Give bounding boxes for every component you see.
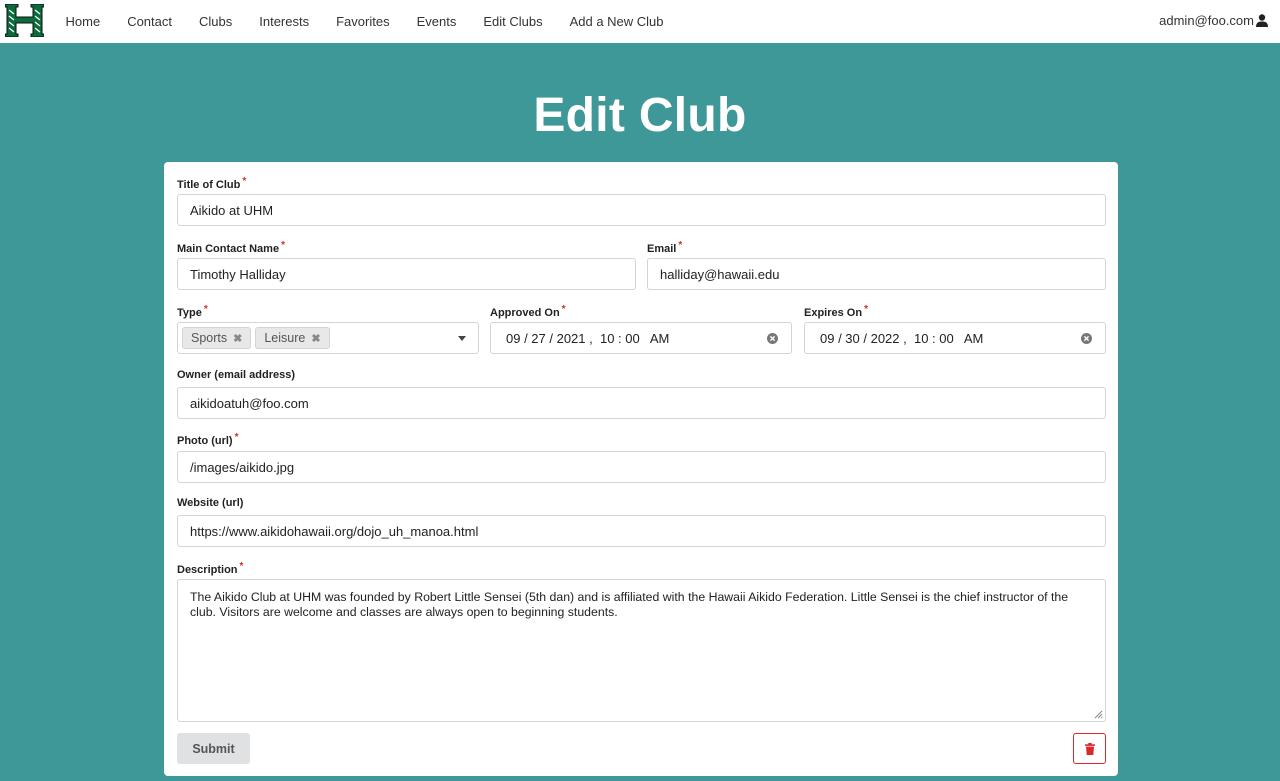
type-chip-sports: Sports ✖: [182, 327, 252, 349]
email-label: Email *: [647, 240, 683, 255]
website-input[interactable]: https://www.aikidohawaii.org/dojo_uh_man…: [177, 515, 1106, 547]
nav-interests[interactable]: Interests: [246, 14, 323, 29]
uh-logo[interactable]: [5, 4, 44, 37]
expires-date-input[interactable]: 09 / 30 / 2022 , 10 : 00 AM: [804, 322, 1106, 354]
owner-label: Owner (email address): [177, 369, 295, 381]
type-label: Type *: [177, 304, 208, 319]
photo-label: Photo (url) *: [177, 432, 239, 447]
resize-grip-icon[interactable]: [1093, 709, 1103, 719]
title-label: Title of Club *: [177, 176, 247, 191]
clear-approved-icon[interactable]: [767, 333, 778, 344]
user-email: admin@foo.com: [1159, 13, 1254, 28]
required-mark: *: [864, 304, 868, 315]
navbar: Home Contact Clubs Interests Favorites E…: [0, 0, 1280, 43]
contact-label: Main Contact Name *: [177, 240, 285, 255]
user-icon: [1256, 14, 1268, 27]
required-mark: *: [242, 176, 247, 187]
website-label: Website (url): [177, 497, 244, 509]
required-mark: *: [561, 304, 566, 315]
type-multiselect[interactable]: Sports ✖ Leisure ✖: [177, 322, 479, 354]
owner-input[interactable]: aikidoatuh@foo.com: [177, 387, 1106, 419]
remove-sports-icon[interactable]: ✖: [233, 332, 242, 345]
nav-favorites[interactable]: Favorites: [323, 14, 403, 29]
edit-club-form: Title of Club * Aikido at UHM Main Contac…: [164, 162, 1118, 776]
dropdown-caret-icon[interactable]: [458, 336, 466, 341]
trash-icon: [1084, 742, 1095, 755]
required-mark: *: [239, 561, 244, 572]
nav-home[interactable]: Home: [52, 14, 114, 29]
required-mark: *: [234, 432, 239, 443]
required-mark: *: [203, 304, 208, 315]
nav-edit-clubs[interactable]: Edit Clubs: [470, 14, 556, 29]
delete-button[interactable]: [1073, 733, 1106, 764]
page-title: Edit Club: [533, 89, 747, 142]
approved-label: Approved On *: [490, 304, 566, 319]
nav-clubs[interactable]: Clubs: [186, 14, 246, 29]
user-menu[interactable]: admin@foo.com: [1159, 13, 1268, 28]
submit-button[interactable]: Submit: [177, 733, 250, 764]
required-mark: *: [281, 240, 285, 251]
description-textarea[interactable]: The Aikido Club at UHM was founded by Ro…: [177, 579, 1106, 722]
remove-leisure-icon[interactable]: ✖: [311, 332, 320, 345]
title-input[interactable]: Aikido at UHM: [177, 194, 1106, 226]
contact-input[interactable]: Timothy Halliday: [177, 258, 636, 290]
nav-add-club[interactable]: Add a New Club: [556, 14, 677, 29]
nav-contact[interactable]: Contact: [114, 14, 186, 29]
photo-input[interactable]: /images/aikido.jpg: [177, 451, 1106, 483]
nav-links: Home Contact Clubs Interests Favorites E…: [52, 0, 677, 43]
approved-date-input[interactable]: 09 / 27 / 2021 , 10 : 00 AM: [490, 322, 792, 354]
expires-label: Expires On *: [804, 304, 868, 319]
nav-events[interactable]: Events: [403, 14, 470, 29]
type-chip-leisure: Leisure ✖: [255, 327, 330, 349]
required-mark: *: [678, 240, 683, 251]
email-input[interactable]: halliday@hawaii.edu: [647, 258, 1106, 290]
clear-expires-icon[interactable]: [1081, 333, 1092, 344]
description-label: Description *: [177, 561, 244, 576]
